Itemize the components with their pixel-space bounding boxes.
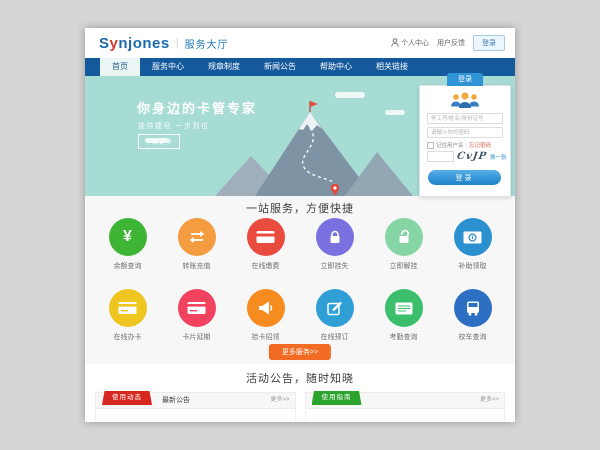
service-item[interactable]: 在线缴费	[231, 218, 300, 271]
logo[interactable]: Synjones	[99, 35, 170, 52]
hero-cta-button[interactable]: 了解更多	[138, 134, 180, 149]
megaphone-icon	[247, 289, 285, 327]
user-center-link[interactable]: 个人中心	[391, 38, 429, 49]
hero-title: 你身边的卡管专家	[137, 98, 257, 117]
remember-label: 记住用户名	[436, 141, 464, 149]
announcements-title: 活动公告，随时知晓	[85, 370, 515, 386]
credit-card-icon	[247, 218, 285, 256]
panel-more-link[interactable]: 更多>>	[480, 393, 499, 408]
bus-icon	[454, 289, 492, 327]
panel-tab[interactable]: 最新公告	[162, 393, 190, 408]
service-item[interactable]: 补助领取	[438, 218, 507, 271]
nav-item-3[interactable]: 新闻公告	[252, 58, 308, 76]
announcement-panel: 使用动态最新公告 更多>>	[95, 392, 296, 422]
service-label: 在线办卡	[93, 332, 162, 342]
panel-ribbon: 使用指南	[312, 391, 362, 405]
nav-item-0[interactable]: 首页	[100, 58, 140, 76]
banknote-icon	[454, 218, 492, 256]
username-input[interactable]	[427, 113, 503, 124]
service-item[interactable]: 拾卡招领	[231, 289, 300, 342]
captcha-refresh-link[interactable]: 换一张	[490, 153, 507, 161]
service-item[interactable]: 立即挂失	[300, 218, 369, 271]
feedback-link[interactable]: 用户反馈	[437, 38, 465, 48]
service-label: 补助领取	[438, 261, 507, 271]
service-item[interactable]: ¥ 余额查询	[93, 218, 162, 271]
service-label: 卡片延期	[162, 332, 231, 342]
hero-subtitle: 提供捷径 一步到位	[138, 121, 209, 131]
cloud-decoration	[335, 92, 365, 98]
yen-icon: ¥	[109, 218, 147, 256]
forgot-password-link[interactable]: 忘记密码	[469, 141, 491, 149]
panel-header: 使用动态最新公告 更多>>	[95, 392, 296, 409]
service-item[interactable]: 卡片延期	[162, 289, 231, 342]
password-input[interactable]	[427, 127, 503, 138]
service-label: 在线预订	[300, 332, 369, 342]
panel-body	[95, 409, 296, 422]
login-tab[interactable]: 登录	[447, 73, 483, 86]
login-divider: |	[466, 142, 467, 148]
service-label: 立即挂失	[300, 261, 369, 271]
remember-checkbox[interactable]	[427, 142, 434, 149]
lock-open-icon	[385, 218, 423, 256]
panel-header: 使用指南 更多>>	[305, 392, 506, 409]
header: Synjones | 服务大厅 个人中心 用户反馈 登录	[85, 28, 515, 59]
service-item[interactable]: 考勤查询	[369, 289, 438, 342]
captcha-input[interactable]	[427, 151, 454, 162]
captcha-image: CvJP	[456, 151, 488, 162]
transfer-arrows-icon	[178, 218, 216, 256]
nav-item-2[interactable]: 规章制度	[196, 58, 252, 76]
panel-ribbon: 使用动态	[102, 391, 152, 405]
panel-more-link[interactable]: 更多>>	[270, 393, 289, 408]
list-card-icon	[385, 289, 423, 327]
service-label: 考勤查询	[369, 332, 438, 342]
more-services-button[interactable]: 更多服务>>	[269, 344, 331, 360]
service-item[interactable]: 立即解挂	[369, 218, 438, 271]
service-item[interactable]: 转账充值	[162, 218, 231, 271]
nav-item-1[interactable]: 服务中心	[140, 58, 196, 76]
card-icon	[109, 289, 147, 327]
services-grid: ¥ 余额查询转账充值在线缴费立即挂失立即解挂补助领取在线办卡卡片延期拾卡招领在线预…	[85, 218, 515, 342]
login-panel: 登录 记住用户名 | 忘记密码 CvJP 换一张 登录	[419, 85, 511, 197]
announcement-panel: 使用指南 更多>>	[305, 392, 506, 422]
service-item[interactable]: 校车查询	[438, 289, 507, 342]
service-label: 在线缴费	[231, 261, 300, 271]
nav-item-5[interactable]: 相关链接	[364, 58, 420, 76]
service-item[interactable]: 在线预订	[300, 289, 369, 342]
services-title: 一站服务，方便快捷	[85, 200, 515, 216]
page-container: Synjones | 服务大厅 个人中心 用户反馈 登录 首页服务中心规章制度新…	[85, 28, 515, 422]
users-group-icon	[448, 91, 482, 109]
portal-name: 服务大厅	[185, 36, 229, 51]
service-item[interactable]: 在线办卡	[93, 289, 162, 342]
edit-icon	[316, 289, 354, 327]
header-divider: |	[176, 37, 179, 49]
header-login-button[interactable]: 登录	[473, 35, 505, 51]
panel-body	[305, 409, 506, 422]
service-label: 校车查询	[438, 332, 507, 342]
person-icon	[391, 38, 399, 49]
login-submit-button[interactable]: 登录	[428, 170, 501, 185]
services-section: 一站服务，方便快捷 ¥ 余额查询转账充值在线缴费立即挂失立即解挂补助领取在线办卡卡…	[85, 196, 515, 364]
card-icon	[178, 289, 216, 327]
nav-item-4[interactable]: 帮助中心	[308, 58, 364, 76]
announcements-section: 活动公告，随时知晓 使用动态最新公告 更多>> 使用指南 更多>>	[85, 364, 515, 422]
service-label: 余额查询	[93, 261, 162, 271]
service-label: 拾卡招领	[231, 332, 300, 342]
announcement-panels: 使用动态最新公告 更多>> 使用指南 更多>>	[95, 392, 505, 422]
lock-closed-icon	[316, 218, 354, 256]
service-label: 转账充值	[162, 261, 231, 271]
service-label: 立即解挂	[369, 261, 438, 271]
